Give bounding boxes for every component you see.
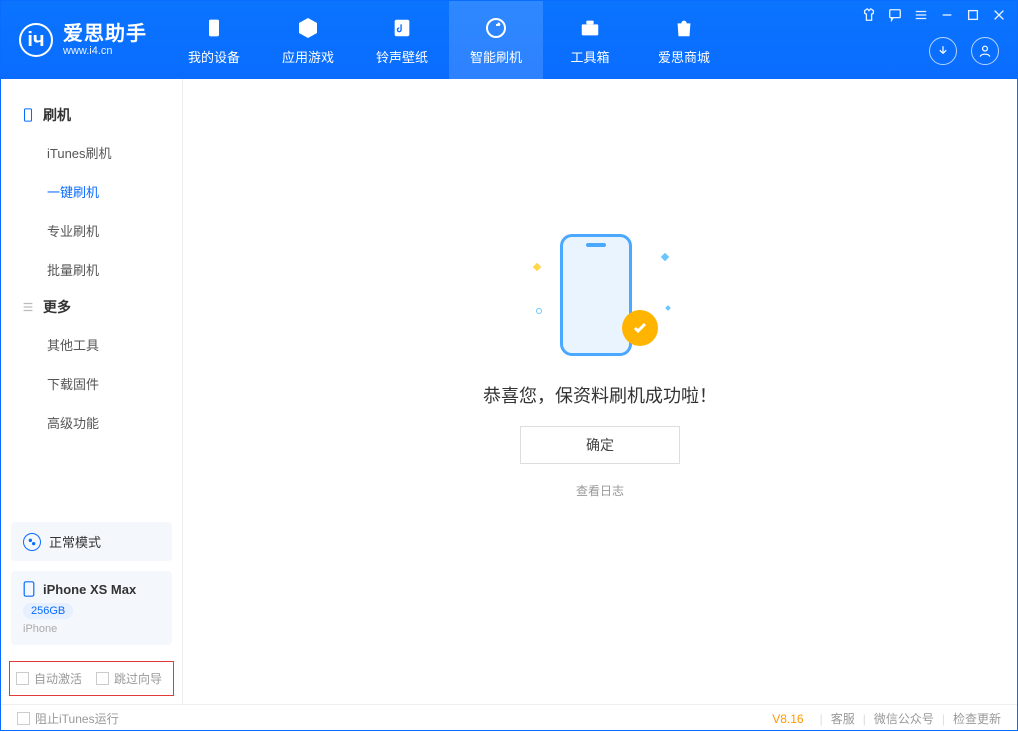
device-small-icon (21, 108, 35, 122)
sidebar-item-firmware[interactable]: 下载固件 (1, 364, 182, 403)
device-name-label: iPhone XS Max (43, 582, 136, 597)
cube-icon (295, 15, 321, 41)
app-title: 爱思助手 (63, 23, 147, 45)
refresh-shield-icon (483, 15, 509, 41)
checkbox-icon (16, 672, 29, 685)
main-content: 恭喜您，保资料刷机成功啦！ 确定 查看日志 (183, 79, 1017, 704)
spark-icon (536, 308, 542, 314)
spark-icon (665, 305, 671, 311)
toolbox-icon (577, 15, 603, 41)
download-icon[interactable] (929, 37, 957, 65)
sidebar-item-itunes[interactable]: iTunes刷机 (1, 133, 182, 172)
checkbox-icon (17, 712, 30, 725)
spark-icon (533, 263, 541, 271)
minimize-icon[interactable] (939, 7, 955, 23)
tab-ringtone[interactable]: 铃声壁纸 (355, 1, 449, 79)
device-type-label: iPhone (23, 623, 160, 635)
app-url: www.i4.cn (63, 45, 147, 57)
spark-icon (661, 253, 669, 261)
device-storage-badge: 256GB (23, 603, 73, 619)
tab-toolbox[interactable]: 工具箱 (543, 1, 637, 79)
tab-store[interactable]: 爱思商城 (637, 1, 731, 79)
bag-icon (671, 15, 697, 41)
checkbox-block-itunes[interactable]: 阻止iTunes运行 (17, 710, 119, 727)
sidebar-item-other[interactable]: 其他工具 (1, 325, 182, 364)
tab-flash[interactable]: 智能刷机 (449, 1, 543, 79)
sidebar: 刷机 iTunes刷机 一键刷机 专业刷机 批量刷机 更多 其他工具 下载固件 … (1, 79, 183, 704)
check-badge-icon (622, 310, 658, 346)
tab-device[interactable]: 我的设备 (167, 1, 261, 79)
checkbox-auto-activate[interactable]: 自动激活 (16, 670, 82, 687)
sidebar-group-flash: 刷机 (1, 97, 182, 133)
menu-icon[interactable] (913, 7, 929, 23)
support-link[interactable]: 客服 (831, 710, 855, 727)
user-icon[interactable] (971, 37, 999, 65)
view-log-link[interactable]: 查看日志 (576, 482, 624, 499)
phone-icon (201, 15, 227, 41)
tab-apps[interactable]: 应用游戏 (261, 1, 355, 79)
update-link[interactable]: 检查更新 (953, 710, 1001, 727)
music-icon (389, 15, 415, 41)
header: iч 爱思助手 www.i4.cn 我的设备 应用游戏 铃声壁纸 智能刷机 工具… (1, 1, 1017, 79)
phone-small-icon (23, 581, 35, 597)
success-message: 恭喜您，保资料刷机成功啦！ (483, 382, 717, 408)
nav-tabs: 我的设备 应用游戏 铃声壁纸 智能刷机 工具箱 爱思商城 (167, 1, 731, 79)
highlighted-options: 自动激活 跳过向导 (9, 661, 174, 696)
checkbox-icon (96, 672, 109, 685)
maximize-icon[interactable] (965, 7, 981, 23)
wechat-link[interactable]: 微信公众号 (874, 710, 934, 727)
footer: 阻止iTunes运行 V8.16 | 客服 | 微信公众号 | 检查更新 (1, 704, 1017, 732)
feedback-icon[interactable] (887, 7, 903, 23)
list-icon (21, 300, 35, 314)
window-controls (861, 7, 1007, 23)
logo-icon: iч (19, 23, 53, 57)
sidebar-item-advanced[interactable]: 高级功能 (1, 403, 182, 442)
checkbox-skip-guide[interactable]: 跳过向导 (96, 670, 162, 687)
success-illustration (530, 224, 670, 364)
mode-icon (23, 533, 41, 551)
version-label: V8.16 (772, 712, 803, 726)
sidebar-item-pro[interactable]: 专业刷机 (1, 211, 182, 250)
sidebar-item-batch[interactable]: 批量刷机 (1, 250, 182, 289)
skin-icon[interactable] (861, 7, 877, 23)
confirm-button[interactable]: 确定 (520, 426, 680, 464)
device-mode-box[interactable]: 正常模式 (11, 522, 172, 561)
device-mode-label: 正常模式 (49, 532, 101, 551)
close-icon[interactable] (991, 7, 1007, 23)
sidebar-group-more: 更多 (1, 289, 182, 325)
logo-area: iч 爱思助手 www.i4.cn (1, 1, 167, 79)
sidebar-item-onekey[interactable]: 一键刷机 (1, 172, 182, 211)
device-info-box[interactable]: iPhone XS Max 256GB iPhone (11, 571, 172, 645)
phone-illustration-icon (560, 234, 632, 356)
header-actions (929, 37, 999, 65)
